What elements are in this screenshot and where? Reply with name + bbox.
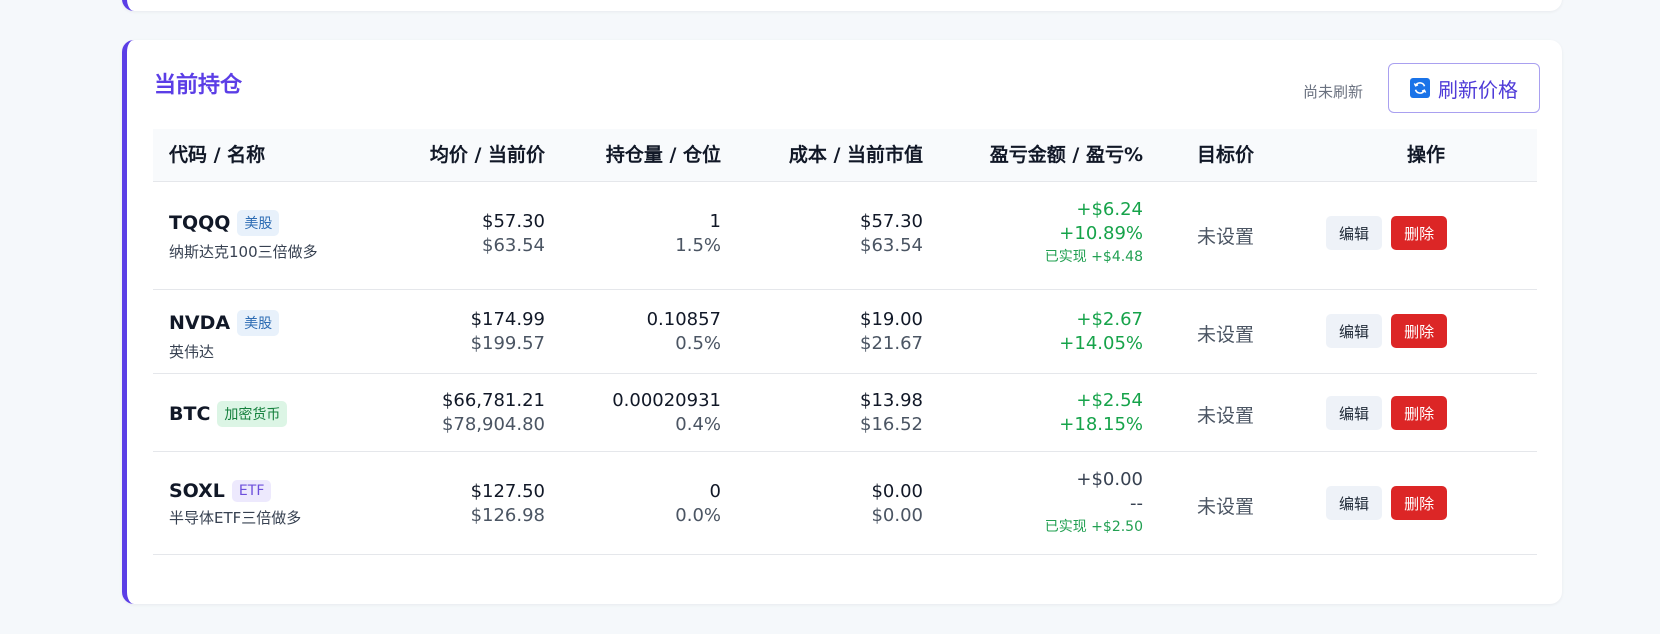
market-badge: ETF: [231, 480, 272, 502]
table-row: TQQQ 美股 纳斯达克100三倍做多 $57.30 $63.54 1 1.5% …: [153, 182, 1537, 290]
edit-button[interactable]: 编辑: [1326, 396, 1382, 430]
realized-pl: 已实现 +$2.50: [1044, 519, 1143, 535]
cost: $19.00: [860, 309, 923, 330]
table-row: SOXL ETF 半导体ETF三倍做多 $127.50 $126.98 0 0.0…: [153, 452, 1537, 555]
asset-name: 纳斯达克100三倍做多: [169, 243, 318, 261]
edit-button[interactable]: 编辑: [1326, 486, 1382, 520]
quantity: 0.10857: [646, 309, 721, 330]
header-quantity: 持仓量 / 仓位: [605, 144, 721, 166]
market-value: $16.52: [860, 414, 923, 435]
asset-name: 英伟达: [169, 343, 215, 361]
quantity: 0.00020931: [612, 390, 721, 411]
header-price: 均价 / 当前价: [429, 144, 545, 166]
symbol: SOXL: [169, 480, 225, 502]
holdings-table: 代码 / 名称 均价 / 当前价 持仓量 / 仓位 成本 / 当前市值 盈亏金额…: [153, 129, 1537, 555]
target-price: 未设置: [1197, 496, 1255, 518]
header-target: 目标价: [1197, 144, 1255, 166]
position-percent: 0.0%: [675, 505, 721, 526]
symbol: BTC: [169, 403, 211, 425]
symbol: TQQQ: [169, 212, 231, 234]
avg-price: $127.50: [470, 481, 545, 502]
realized-pl: 已实现 +$4.48: [1044, 249, 1143, 265]
position-percent: 0.5%: [675, 333, 721, 354]
previous-card: [122, 0, 1562, 11]
avg-price: $174.99: [470, 309, 545, 330]
header-pl: 盈亏金额 / 盈亏%: [989, 144, 1143, 166]
position-percent: 1.5%: [675, 235, 721, 256]
target-price: 未设置: [1197, 226, 1255, 248]
delete-button[interactable]: 删除: [1391, 314, 1448, 348]
asset-name: 半导体ETF三倍做多: [169, 509, 302, 527]
header-cost: 成本 / 当前市值: [788, 144, 923, 166]
target-price: 未设置: [1197, 405, 1255, 427]
cost: $13.98: [860, 390, 923, 411]
delete-button[interactable]: 删除: [1391, 216, 1448, 250]
edit-button[interactable]: 编辑: [1326, 216, 1382, 250]
cost: $57.30: [860, 211, 923, 232]
delete-button[interactable]: 删除: [1391, 486, 1448, 520]
market-value: $0.00: [871, 505, 923, 526]
current-price: $78,904.80: [441, 414, 545, 435]
market-value: $21.67: [860, 333, 923, 354]
market-badge: 美股: [237, 310, 280, 336]
pl-percent: +14.05%: [1059, 333, 1143, 354]
market-badge: 美股: [237, 210, 280, 236]
target-price: 未设置: [1197, 324, 1255, 346]
delete-button[interactable]: 删除: [1391, 396, 1448, 430]
cost: $0.00: [871, 481, 923, 502]
current-price: $63.54: [482, 235, 545, 256]
header-symbol: 代码 / 名称: [169, 144, 266, 166]
header-actions: 操作: [1406, 144, 1445, 166]
refresh-status: 尚未刷新: [1303, 83, 1364, 101]
avg-price: $66,781.21: [441, 390, 545, 411]
avg-price: $57.30: [482, 211, 545, 232]
refresh-button-label: 刷新价格: [1438, 77, 1518, 102]
refresh-prices-button[interactable]: 刷新价格: [1388, 63, 1540, 113]
pl-amount: +$0.00: [1076, 469, 1143, 490]
pl-amount: +$2.54: [1076, 390, 1143, 411]
refresh-icon: [1410, 78, 1430, 98]
pl-percent: +10.89%: [1059, 223, 1143, 244]
table-row: NVDA 美股 英伟达 $174.99 $199.57 0.10857 0.5% …: [153, 290, 1537, 374]
market-value: $63.54: [860, 235, 923, 256]
current-price: $126.98: [470, 505, 545, 526]
edit-button[interactable]: 编辑: [1326, 314, 1382, 348]
current-price: $199.57: [470, 333, 545, 354]
symbol: NVDA: [169, 312, 231, 334]
position-percent: 0.4%: [675, 414, 721, 435]
pl-percent: --: [1130, 493, 1143, 514]
market-badge: 加密货币: [217, 401, 288, 427]
pl-amount: +$2.67: [1076, 309, 1143, 330]
holdings-card: 当前持仓 尚未刷新 刷新价格 代码 / 名称 均价 / 当前价 持仓量 / 仓位…: [122, 40, 1562, 604]
quantity: 1: [709, 211, 721, 232]
section-title: 当前持仓: [154, 73, 243, 98]
table-row: BTC 加密货币 $66,781.21 $78,904.80 0.00020931…: [153, 374, 1537, 452]
pl-percent: +18.15%: [1059, 414, 1143, 435]
quantity: 0: [709, 481, 721, 502]
pl-amount: +$6.24: [1076, 199, 1143, 220]
table-header: 代码 / 名称 均价 / 当前价 持仓量 / 仓位 成本 / 当前市值 盈亏金额…: [153, 129, 1537, 182]
